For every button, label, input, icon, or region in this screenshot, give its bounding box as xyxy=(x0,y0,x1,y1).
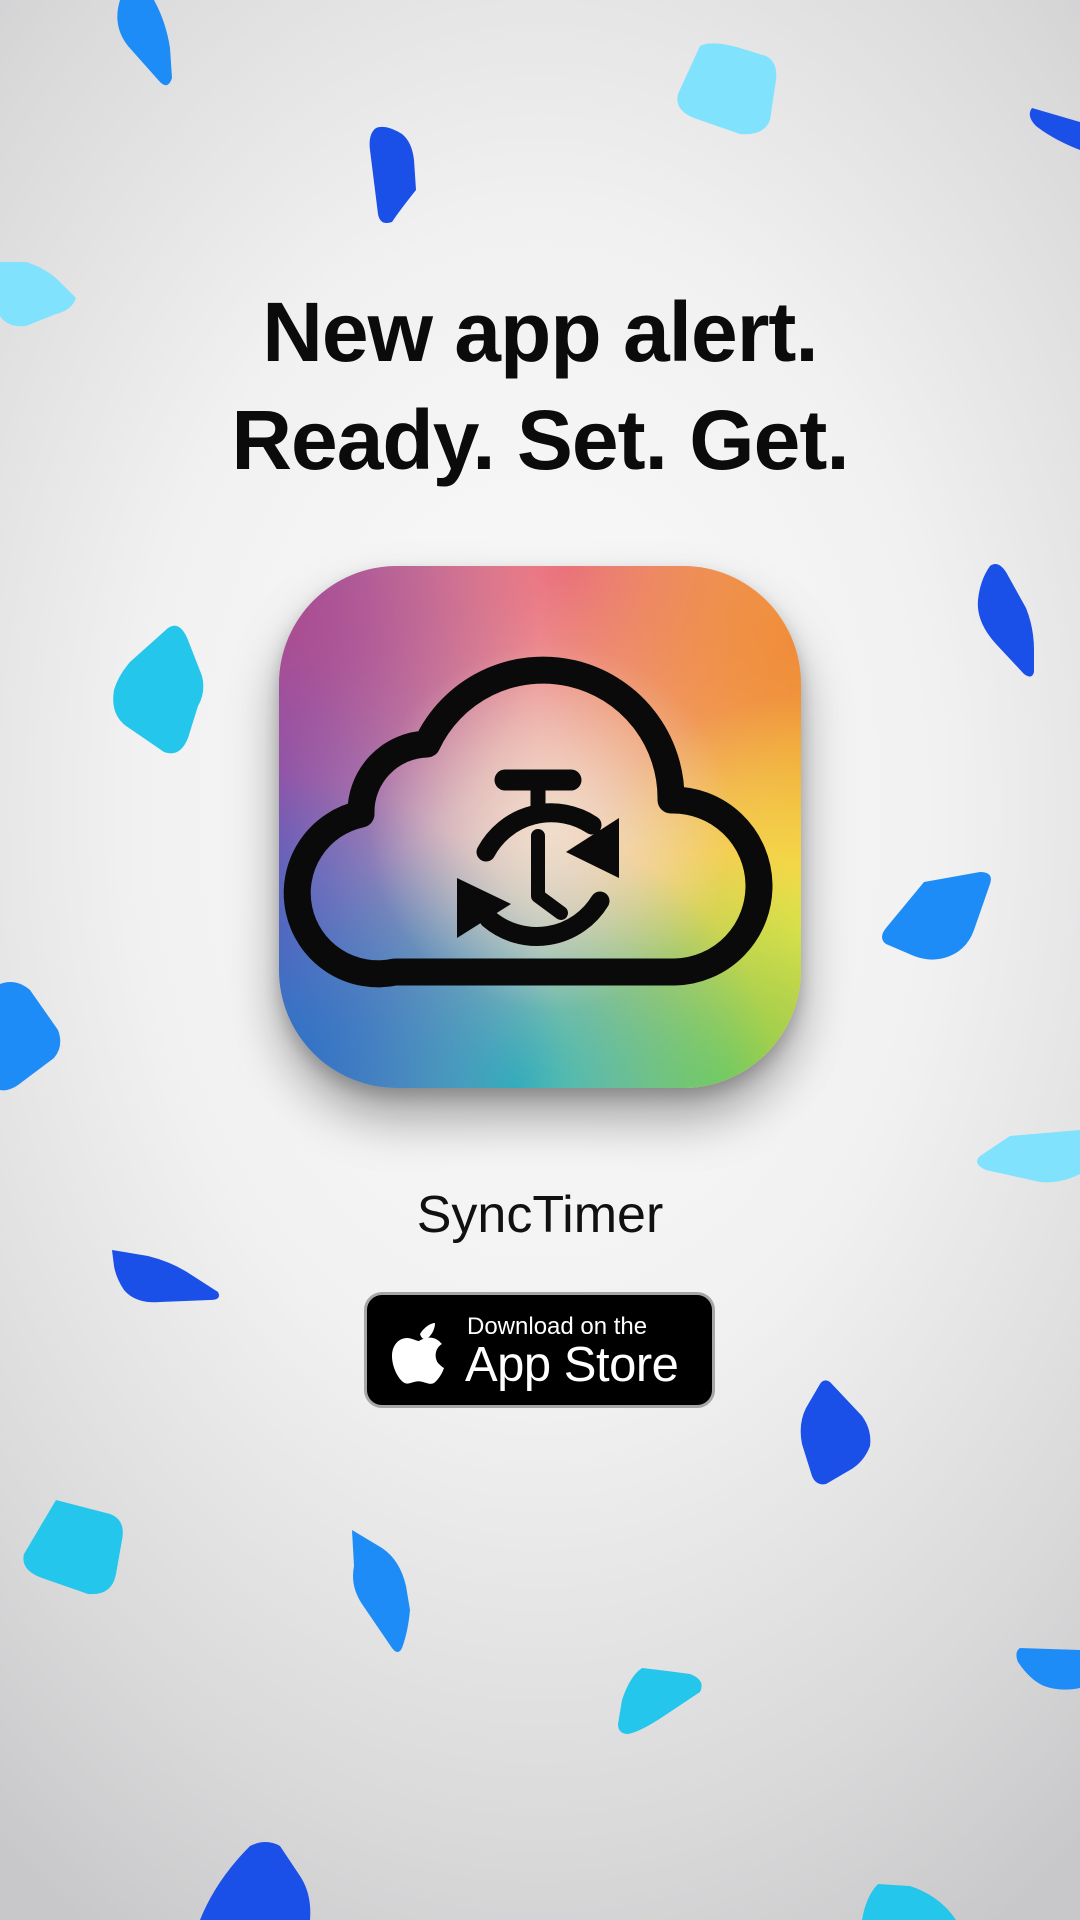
confetti-piece xyxy=(1016,1648,1080,1690)
confetti-piece xyxy=(1029,108,1080,150)
confetti-piece xyxy=(117,0,172,86)
apple-logo-icon xyxy=(392,1323,444,1384)
confetti-piece xyxy=(977,1130,1080,1183)
app-name: SyncTimer xyxy=(416,1186,664,1244)
confetti-piece xyxy=(618,1668,702,1734)
confetti-piece xyxy=(352,1530,410,1652)
headline-line-1: New app alert. xyxy=(262,285,819,379)
confetti-piece xyxy=(113,625,204,754)
headline-line-2: Ready. Set. Get. xyxy=(231,393,849,487)
confetti-piece xyxy=(0,982,61,1091)
confetti-piece xyxy=(800,1380,871,1485)
confetti-piece xyxy=(882,872,991,960)
confetti-piece xyxy=(677,43,777,135)
confetti-piece xyxy=(23,1500,123,1595)
badge-title: App Store xyxy=(465,1338,679,1392)
confetti-piece xyxy=(862,1884,956,1920)
app-store-badge[interactable]: Download on the App Store xyxy=(364,1292,715,1408)
confetti-piece xyxy=(200,1842,311,1920)
confetti-piece xyxy=(369,126,416,223)
confetti-piece xyxy=(977,564,1034,677)
headline: New app alert. Ready. Set. Get. xyxy=(0,278,1080,494)
app-icon[interactable] xyxy=(279,566,801,1088)
confetti-piece xyxy=(112,1250,219,1303)
cloud-stopwatch-sync-icon xyxy=(279,566,801,1088)
